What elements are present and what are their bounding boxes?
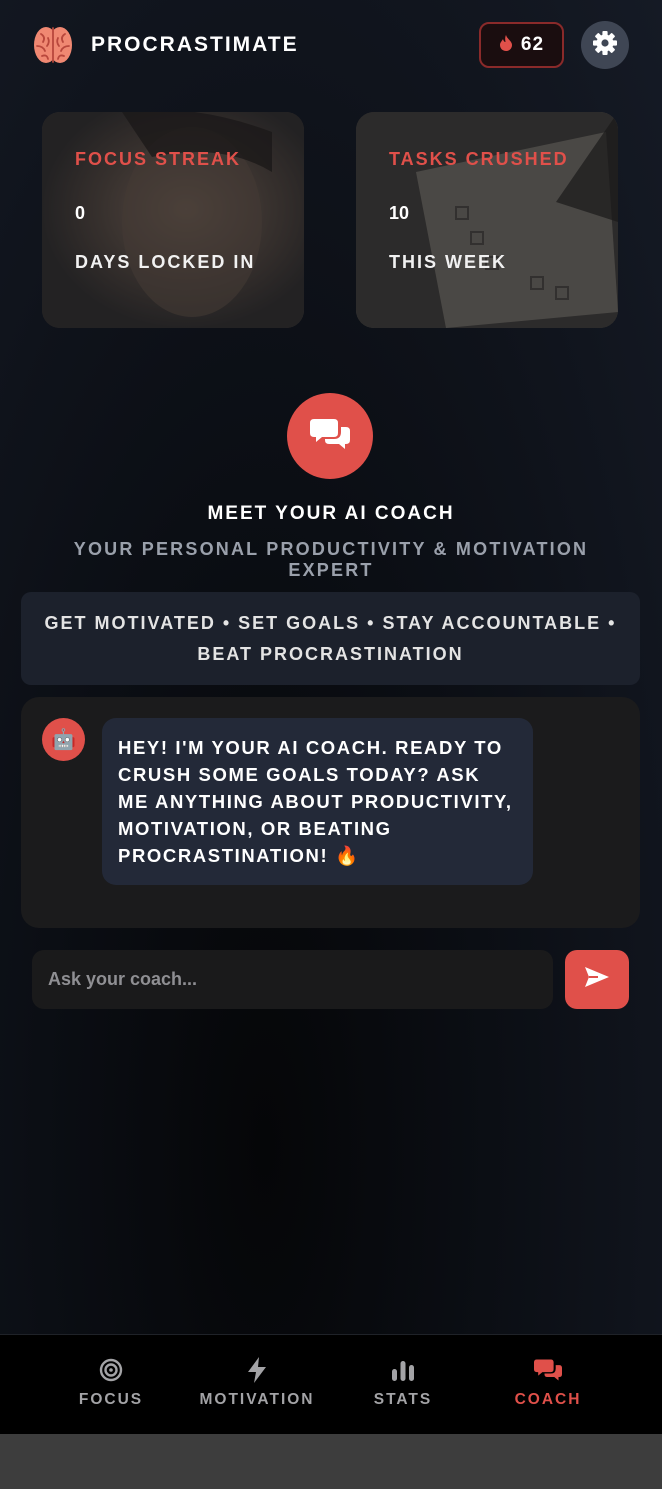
gear-icon: [592, 30, 618, 61]
app-screen: PROCRASTIMATE 62 FOCUS STREAK 0 DAYS LOC…: [0, 0, 662, 1434]
stat-value: 0: [75, 203, 86, 223]
stat-value: 10: [389, 203, 410, 223]
chat-message: HEY! I'M YOUR AI COACH. READY TO CRUSH S…: [102, 718, 533, 885]
bar-chart-icon: [391, 1359, 415, 1386]
brain-icon: [33, 24, 73, 66]
app-title: PROCRASTIMATE: [91, 33, 299, 56]
coach-tags-text: GET MOTIVATED • SET GOALS • STAY ACCOUNT…: [44, 612, 617, 664]
coach-icon-badge: [287, 393, 373, 479]
nav-item-focus[interactable]: FOCUS: [38, 1358, 184, 1409]
target-icon: [99, 1358, 123, 1387]
header: PROCRASTIMATE 62: [0, 0, 662, 90]
stat-caption: THIS WEEK: [389, 252, 508, 272]
coach-input-wrapper: [32, 950, 553, 1009]
streak-count: 62: [520, 34, 545, 55]
nav-label: MOTIVATION: [199, 1391, 315, 1408]
bottom-nav: FOCUS MOTIVATION STATS COACH: [0, 1334, 662, 1434]
coach-tags: GET MOTIVATED • SET GOALS • STAY ACCOUNT…: [21, 592, 640, 685]
stat-caption: DAYS LOCKED IN: [75, 252, 256, 272]
send-button[interactable]: [565, 950, 629, 1009]
nav-label: FOCUS: [78, 1391, 144, 1408]
nav-item-motivation[interactable]: MOTIVATION: [184, 1356, 330, 1409]
lightning-icon: [247, 1356, 267, 1388]
nav-item-stats[interactable]: STATS: [330, 1359, 476, 1409]
window-bottom-strip: [0, 1434, 662, 1489]
nav-label: COACH: [514, 1391, 582, 1408]
tasks-crushed-card[interactable]: TASKS CRUSHED 10 THIS WEEK: [356, 112, 618, 328]
focus-streak-card[interactable]: FOCUS STREAK 0 DAYS LOCKED IN: [42, 112, 304, 328]
chat-panel[interactable]: 🤖 HEY! I'M YOUR AI COACH. READY TO CRUSH…: [21, 697, 640, 928]
chat-bubbles-icon: [534, 1358, 562, 1387]
streak-badge[interactable]: 62: [479, 22, 564, 68]
nav-label: STATS: [373, 1391, 433, 1408]
nav-item-coach[interactable]: COACH: [475, 1359, 621, 1409]
stat-label: TASKS CRUSHED: [389, 149, 569, 169]
coach-input[interactable]: [32, 950, 553, 1009]
coach-subtitle: YOUR PERSONAL PRODUCTIVITY & MOTIVATION …: [73, 539, 589, 580]
fire-icon: [499, 34, 513, 56]
send-icon: [584, 966, 610, 993]
robot-icon: 🤖: [51, 728, 76, 751]
coach-title: MEET YOUR AI COACH: [207, 503, 455, 524]
settings-button[interactable]: [581, 21, 629, 69]
robot-avatar: 🤖: [42, 718, 85, 761]
chat-bubbles-icon: [310, 417, 350, 456]
stat-label: FOCUS STREAK: [75, 149, 242, 169]
